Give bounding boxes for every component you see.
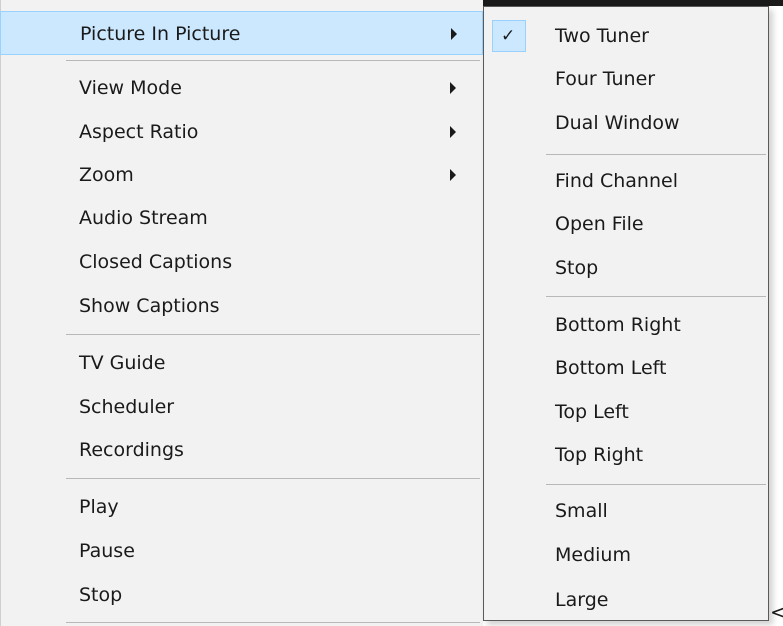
menu-item-scheduler[interactable]: Scheduler bbox=[0, 385, 483, 429]
submenu-item-top-right[interactable]: Top Right bbox=[484, 433, 768, 477]
submenu-item-top-left[interactable]: Top Left bbox=[484, 390, 768, 434]
check-indicator: ✓ bbox=[492, 20, 526, 52]
menu-item-label: Stop bbox=[79, 584, 123, 606]
menu-item-label: Scheduler bbox=[79, 396, 175, 418]
menu-separator bbox=[66, 478, 480, 479]
submenu-item-label: Bottom Left bbox=[555, 357, 667, 379]
submenu-item-label: Top Right bbox=[555, 444, 644, 466]
menu-item-label: Closed Captions bbox=[79, 251, 233, 273]
menu-separator bbox=[66, 334, 480, 335]
menu-item-stop[interactable]: Stop bbox=[0, 573, 483, 617]
submenu-item-bottom-right[interactable]: Bottom Right bbox=[484, 303, 768, 347]
menu-item-closed-captions[interactable]: Closed Captions bbox=[0, 240, 483, 284]
submenu-item-two-tuner[interactable]: ✓ Two Tuner bbox=[484, 14, 768, 58]
submenu-item-label: Open File bbox=[555, 213, 644, 235]
pip-submenu: ✓ Two Tuner Four Tuner Dual Window Find … bbox=[483, 6, 769, 621]
menu-item-zoom[interactable]: Zoom bbox=[0, 153, 483, 197]
submenu-separator bbox=[546, 484, 766, 485]
menu-item-label: Picture In Picture bbox=[80, 23, 241, 45]
menu-item-label: Play bbox=[79, 496, 119, 518]
menu-item-label: Show Captions bbox=[79, 295, 220, 317]
submenu-arrow-icon bbox=[451, 28, 457, 40]
submenu-item-four-tuner[interactable]: Four Tuner bbox=[484, 57, 768, 101]
submenu-item-label: Stop bbox=[555, 257, 599, 279]
submenu-item-small[interactable]: Small bbox=[484, 489, 768, 533]
submenu-item-bottom-left[interactable]: Bottom Left bbox=[484, 346, 768, 390]
submenu-item-label: Two Tuner bbox=[555, 25, 649, 47]
submenu-item-stop[interactable]: Stop bbox=[484, 246, 768, 290]
submenu-item-label: Dual Window bbox=[555, 112, 680, 134]
submenu-item-label: Large bbox=[555, 589, 609, 611]
menu-item-view-mode[interactable]: View Mode bbox=[0, 66, 483, 110]
submenu-separator bbox=[546, 154, 766, 155]
menu-item-recordings[interactable]: Recordings bbox=[0, 428, 483, 472]
submenu-item-label: Medium bbox=[555, 544, 631, 566]
menu-item-label: Zoom bbox=[79, 164, 134, 186]
submenu-item-label: Find Channel bbox=[555, 170, 678, 192]
submenu-item-dual-window[interactable]: Dual Window bbox=[484, 101, 768, 145]
menu-item-label: Aspect Ratio bbox=[79, 121, 199, 143]
check-icon: ✓ bbox=[501, 26, 516, 46]
menu-item-tv-guide[interactable]: TV Guide bbox=[0, 341, 483, 385]
submenu-item-open-file[interactable]: Open File bbox=[484, 202, 768, 246]
submenu-item-large[interactable]: Large bbox=[484, 578, 768, 622]
submenu-separator bbox=[546, 296, 766, 297]
submenu-item-label: Four Tuner bbox=[555, 68, 656, 90]
context-menu: Picture In Picture View Mode Aspect Rati… bbox=[0, 0, 483, 626]
submenu-item-label: Top Left bbox=[555, 401, 629, 423]
submenu-arrow-icon bbox=[450, 126, 456, 138]
submenu-item-medium[interactable]: Medium bbox=[484, 533, 768, 577]
menu-item-picture-in-picture[interactable]: Picture In Picture bbox=[0, 11, 483, 55]
submenu-arrow-icon bbox=[450, 169, 456, 181]
submenu-arrow-icon bbox=[450, 82, 456, 94]
menu-item-label: TV Guide bbox=[79, 352, 166, 374]
menu-item-play[interactable]: Play bbox=[0, 485, 483, 529]
menu-item-label: Recordings bbox=[79, 439, 184, 461]
submenu-item-find-channel[interactable]: Find Channel bbox=[484, 159, 768, 203]
menu-item-label: View Mode bbox=[79, 77, 182, 99]
stray-angle-glyph: < bbox=[770, 600, 783, 624]
submenu-item-label: Small bbox=[555, 500, 608, 522]
menu-separator bbox=[66, 622, 480, 623]
submenu-item-label: Bottom Right bbox=[555, 314, 681, 336]
menu-item-label: Audio Stream bbox=[79, 207, 208, 229]
menu-item-aspect-ratio[interactable]: Aspect Ratio bbox=[0, 110, 483, 154]
menu-separator bbox=[66, 60, 480, 61]
menu-item-show-captions[interactable]: Show Captions bbox=[0, 284, 483, 328]
menu-item-pause[interactable]: Pause bbox=[0, 529, 483, 573]
menu-item-label: Pause bbox=[79, 540, 135, 562]
menu-item-audio-stream[interactable]: Audio Stream bbox=[0, 196, 483, 240]
